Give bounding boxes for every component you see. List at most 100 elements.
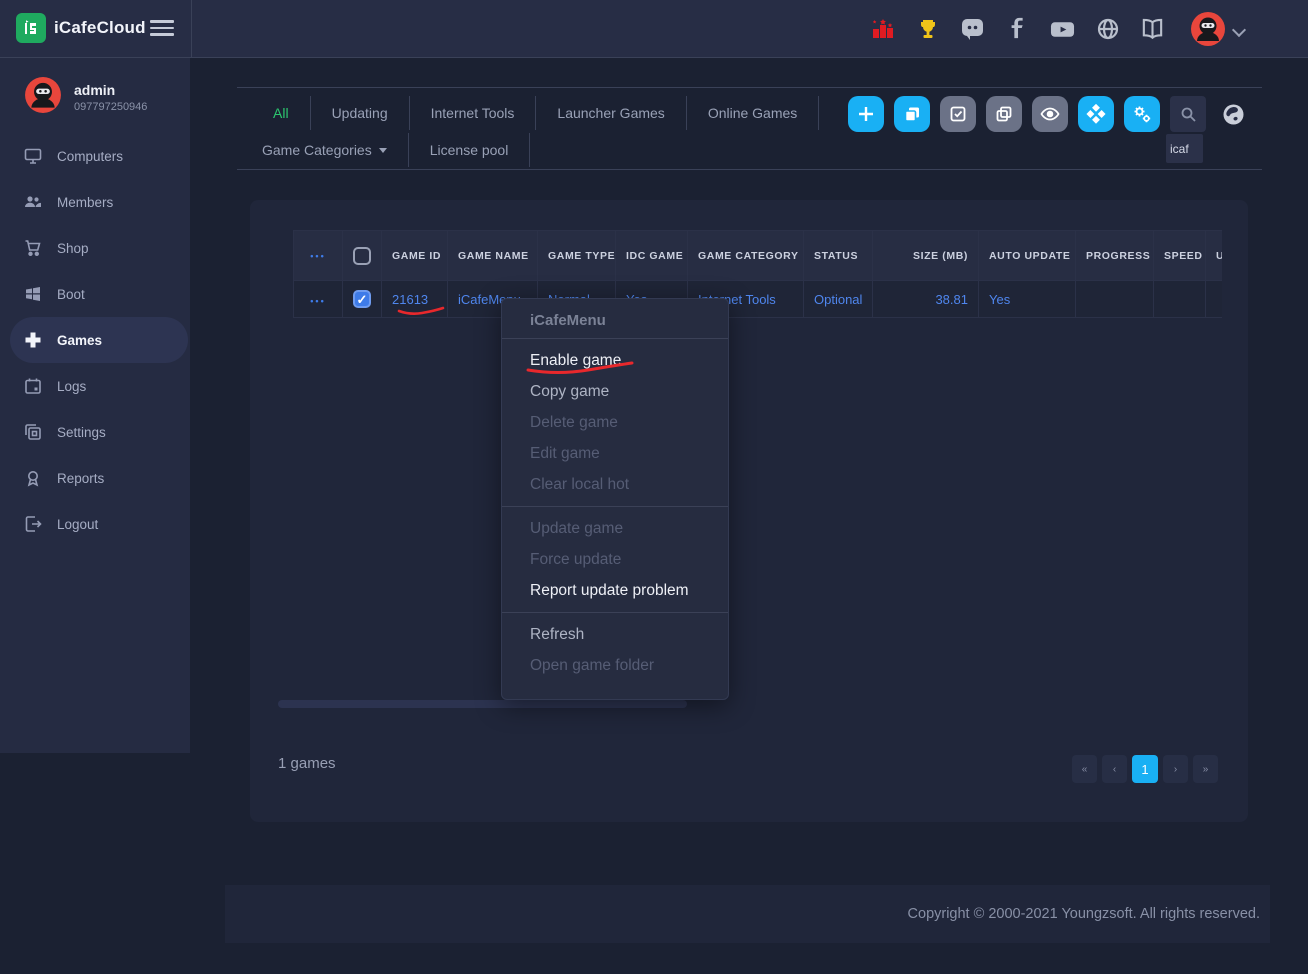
header-actions-cell[interactable]: [294, 231, 343, 281]
user-menu[interactable]: [1190, 11, 1244, 52]
sidebar-item-logs[interactable]: Logs: [0, 363, 190, 409]
logout-icon: [24, 515, 42, 533]
calendar-icon: [24, 377, 42, 395]
tab-updating[interactable]: Updating: [311, 96, 410, 130]
sidebar-item-members[interactable]: Members: [0, 179, 190, 225]
gears-icon: [1132, 104, 1152, 124]
menu-item-edit-game: Edit game: [502, 438, 728, 469]
categories-button[interactable]: [1078, 96, 1114, 132]
menu-item-enable-game[interactable]: Enable game: [502, 345, 728, 376]
tab-internet-tools[interactable]: Internet Tools: [410, 96, 537, 130]
topbar: iCafeCloud: [0, 0, 1308, 58]
search-icon: [1180, 106, 1197, 123]
sidebar-item-games[interactable]: Games: [10, 317, 188, 363]
avatar: [24, 76, 62, 119]
trophy-icon[interactable]: [915, 16, 940, 41]
view-button[interactable]: [1032, 96, 1068, 132]
row-actions-cell[interactable]: [294, 281, 343, 318]
sidebar-user[interactable]: admin 097797250946: [0, 58, 190, 119]
page-1-button[interactable]: 1: [1132, 755, 1158, 783]
sidebar-item-reports[interactable]: Reports: [0, 455, 190, 501]
duplicate-button[interactable]: [986, 96, 1022, 132]
col-status: STATUS: [804, 231, 873, 281]
windows-icon: [24, 285, 42, 303]
medal-icon: [24, 469, 42, 487]
sidebar-item-settings[interactable]: Settings: [0, 409, 190, 455]
sidebar-item-computers[interactable]: Computers: [0, 133, 190, 179]
settings-button[interactable]: [1124, 96, 1160, 132]
cell-progress: [1076, 281, 1154, 318]
tab-game-categories[interactable]: Game Categories: [237, 133, 409, 167]
check-square-icon: [949, 105, 967, 123]
search-button[interactable]: [1170, 96, 1206, 132]
page-last-button[interactable]: »: [1193, 755, 1218, 783]
tabs-row-1: All Updating Internet Tools Launcher Gam…: [237, 96, 819, 130]
cell-status: Optional: [804, 281, 873, 318]
menu-item-report-update-problem[interactable]: Report update problem: [502, 575, 728, 606]
games-count: 1 games: [278, 755, 336, 772]
cell-speed: [1154, 281, 1206, 318]
eye-icon: [1040, 104, 1060, 124]
brand[interactable]: iCafeCloud: [16, 13, 146, 43]
table-header-row: GAME ID GAME NAME GAME TYPE IDC GAME GAM…: [294, 231, 1223, 281]
add-game-button[interactable]: [848, 96, 884, 132]
sidebar: admin 097797250946 Computers Members Sho…: [0, 58, 190, 753]
checkbox-checked-icon[interactable]: [353, 290, 371, 308]
brand-logo-icon: [16, 13, 46, 43]
user-id: 097797250946: [74, 101, 147, 113]
language-globe-icon[interactable]: [1223, 104, 1244, 130]
col-progress: PROGRESS: [1076, 231, 1154, 281]
menu-item-copy-game[interactable]: Copy game: [502, 376, 728, 407]
horizontal-scrollbar-thumb[interactable]: [278, 700, 687, 708]
caret-down-icon: [379, 148, 387, 153]
globe-icon[interactable]: [1095, 16, 1120, 41]
select-all-button[interactable]: [940, 96, 976, 132]
row-checkbox-cell[interactable]: [343, 281, 382, 318]
checkbox-unchecked-icon[interactable]: [353, 247, 371, 265]
tab-online-games[interactable]: Online Games: [687, 96, 819, 130]
user-name: admin: [74, 82, 147, 98]
sidebar-item-shop[interactable]: Shop: [0, 225, 190, 271]
page-prev-button[interactable]: ‹: [1102, 755, 1127, 783]
ranking-icon[interactable]: [870, 16, 895, 41]
copy-games-button[interactable]: [894, 96, 930, 132]
app-window: iCafeCloud: [0, 0, 1308, 974]
col-clipped: U: [1206, 231, 1223, 281]
tab-license-pool[interactable]: License pool: [409, 133, 531, 167]
col-auto-update: AUTO UPDATE: [979, 231, 1076, 281]
table-row[interactable]: 21613 iCafeMenu Normal Yes Internet Tool…: [294, 281, 1223, 318]
gamepad-icon: [24, 331, 42, 349]
cell-clipped: [1206, 281, 1223, 318]
page-first-button[interactable]: «: [1072, 755, 1097, 783]
tab-all[interactable]: All: [237, 96, 311, 130]
sidebar-item-logout[interactable]: Logout: [0, 501, 190, 547]
sidebar-item-boot[interactable]: Boot: [0, 271, 190, 317]
header-checkbox-cell[interactable]: [343, 231, 382, 281]
hamburger-menu-icon[interactable]: [150, 20, 174, 38]
youtube-icon[interactable]: [1050, 16, 1075, 41]
tab-launcher-games[interactable]: Launcher Games: [536, 96, 686, 130]
facebook-icon[interactable]: [1005, 16, 1030, 41]
members-icon: [24, 193, 42, 211]
copy-outline-icon: [995, 105, 1013, 123]
search-input[interactable]: [1166, 134, 1203, 163]
col-game-id: GAME ID: [382, 231, 448, 281]
page-next-button[interactable]: ›: [1163, 755, 1188, 783]
col-speed: SPEED: [1154, 231, 1206, 281]
tabs-row-2: Game Categories License pool: [237, 133, 530, 167]
col-game-type: GAME TYPE: [538, 231, 616, 281]
topbar-links: [870, 16, 1165, 41]
chevron-down-icon: [1232, 22, 1246, 36]
cell-game-id[interactable]: 21613: [382, 281, 448, 318]
footer: Copyright © 2000-2021 Youngzsoft. All ri…: [225, 885, 1270, 943]
copy-filled-icon: [903, 105, 921, 123]
menu-item-clear-local-hot: Clear local hot: [502, 469, 728, 500]
book-icon[interactable]: [1140, 16, 1165, 41]
menu-item-refresh[interactable]: Refresh: [502, 619, 728, 650]
copyright-text: Copyright © 2000-2021 Youngzsoft. All ri…: [908, 906, 1260, 922]
ellipsis-icon: [310, 292, 325, 307]
brand-name: iCafeCloud: [54, 18, 146, 38]
col-game-category: GAME CATEGORY: [688, 231, 804, 281]
discord-icon[interactable]: [960, 16, 985, 41]
layers-icon: [24, 423, 42, 441]
